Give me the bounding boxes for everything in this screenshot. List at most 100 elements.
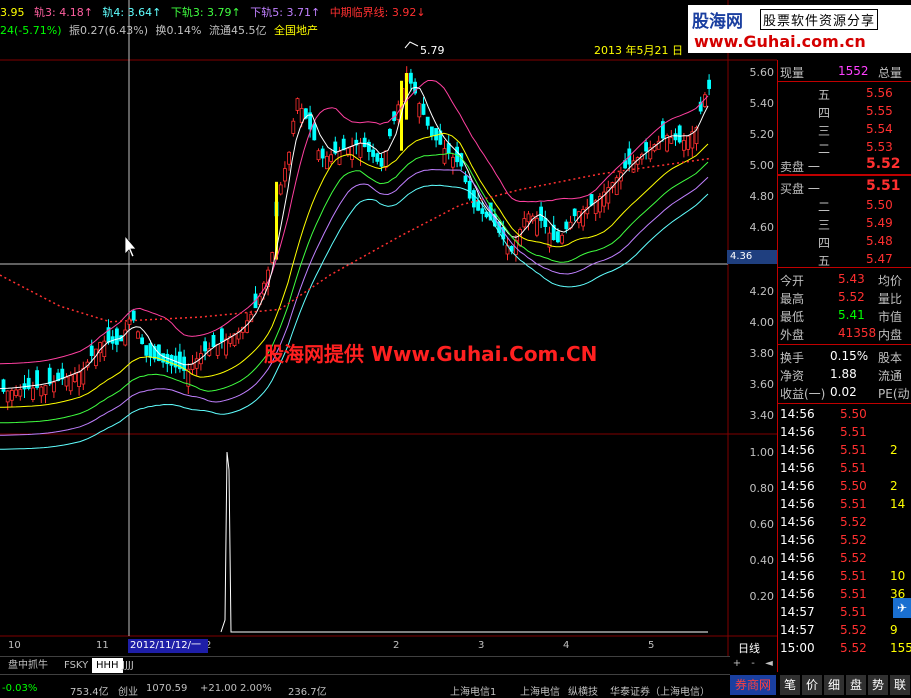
tick-price: 5.52 — [840, 623, 867, 637]
tick-price: 5.50 — [840, 407, 867, 421]
candle-body — [480, 208, 485, 214]
peak-marker — [404, 41, 419, 49]
ask-level-label: 二 — [818, 142, 831, 156]
stat-value: 5.52 — [838, 290, 865, 304]
stat-label: 换手 — [780, 351, 805, 365]
tick-row: 14:56 5.51 36 — [778, 585, 911, 603]
stat-label: 最低 — [780, 310, 805, 324]
indicator-value: 轨4: 3.64↑ — [102, 6, 162, 19]
panel-tab-bar: 券商网笔价细盘势联 — [730, 673, 911, 698]
tick-time: 14:56 — [780, 407, 815, 421]
volume-axis-tick: 0.80 — [749, 482, 775, 495]
candle-body — [299, 108, 304, 123]
tick-volume: 9 — [890, 623, 898, 637]
stat-label: 市值 — [878, 310, 903, 324]
candle-body — [434, 128, 439, 141]
candle-body — [270, 252, 275, 263]
ask-row: 三 5.54 — [778, 120, 911, 138]
status-bar: -0.03% 753.4亿 创业 1070.59 +21.00 2.00% 236.7亿 上海… — [0, 674, 730, 698]
panel-tab[interactable]: 联 — [890, 675, 910, 695]
tick-volume: 10 — [890, 569, 906, 583]
sector-label[interactable]: 全国地产 — [274, 24, 318, 37]
candle-body — [476, 200, 481, 211]
ask-level-label: 三 — [818, 124, 831, 138]
candle-body — [429, 126, 434, 136]
ask-price: 5.53 — [866, 140, 893, 154]
ask-price: 5.54 — [866, 122, 893, 136]
current-volume-value: 1552 — [838, 64, 869, 78]
band-lines — [0, 80, 709, 450]
tick-row: 14:56 5.51 — [778, 423, 911, 441]
candle-body — [408, 72, 413, 84]
candle-body — [350, 146, 355, 161]
stat-label: 流通 — [878, 369, 903, 383]
panel-tab[interactable]: 笔 — [780, 675, 800, 695]
panel-tab[interactable]: 盘 — [846, 675, 866, 695]
candle-body — [224, 338, 229, 356]
panel-tab[interactable]: 细 — [824, 675, 844, 695]
bid-level-label: 三 — [818, 218, 831, 232]
tab-pzzn[interactable]: 盘中抓牛 — [4, 658, 52, 673]
stat-value: 5.41 — [838, 308, 865, 322]
tick-price: 5.51 — [840, 569, 867, 583]
bid-row: 五 5.47 — [778, 250, 911, 268]
tick-row: 14:56 5.50 2 — [778, 477, 911, 495]
stat-label: 净资 — [780, 369, 805, 383]
time-axis-tick: 2 — [393, 640, 400, 651]
change-percent: 24(-5.71%) — [0, 24, 62, 37]
tick-row: 14:56 5.50 — [778, 405, 911, 423]
tick-time: 14:56 — [780, 461, 815, 475]
stat-label: 今开 — [780, 274, 805, 288]
price-axis-tick: 4.80 — [749, 190, 775, 203]
zoom-out-button[interactable]: - — [746, 657, 760, 671]
tick-time: 14:56 — [780, 497, 815, 511]
peak-price-label: 5.79 — [420, 44, 445, 57]
bid-row: 四 5.48 — [778, 232, 911, 250]
tick-price: 5.51 — [840, 605, 867, 619]
candle-body — [73, 373, 77, 383]
bid-row: 三 5.49 — [778, 214, 911, 232]
logo-url: www.Guhai.com.cn — [694, 32, 866, 51]
candle-body — [52, 381, 56, 393]
bid-ask-divider — [778, 174, 911, 176]
stat-label: 均价 — [878, 274, 903, 288]
turnover: 换0.14% — [155, 24, 202, 37]
tab-fsky[interactable]: FSKY — [60, 658, 92, 673]
panel-tab[interactable]: 价 — [802, 675, 822, 695]
stat-label: 外盘 — [780, 328, 805, 342]
mouse-cursor-icon — [124, 234, 137, 258]
tick-row: 14:56 5.51 14 — [778, 495, 911, 513]
candle-body — [560, 234, 564, 244]
volume-axis-tick: 0.40 — [749, 554, 775, 567]
divider — [778, 267, 911, 268]
candle-body — [417, 103, 422, 118]
candle-body — [312, 124, 317, 141]
tick-volume: 2 — [890, 479, 898, 493]
candle-body — [102, 340, 107, 358]
status-item: 纵横技 — [568, 687, 598, 698]
status-item: 2.00% — [240, 683, 272, 694]
tab-jjjj[interactable]: JJJJ — [118, 658, 138, 673]
site-logo: 股海网 股票软件资源分享 www.Guhai.com.cn — [688, 5, 911, 53]
candle-body — [219, 328, 224, 343]
panel-tab[interactable]: 券商网 — [730, 675, 776, 695]
ask-row: 四 5.55 — [778, 102, 911, 120]
candle-body — [572, 208, 577, 217]
candle-body — [341, 138, 346, 151]
price-axis-tick: 5.00 — [749, 159, 775, 172]
time-axis-tick: 4 — [563, 640, 570, 651]
candle-body — [644, 142, 648, 152]
candle-body — [556, 231, 560, 243]
candle-body — [375, 153, 380, 162]
tick-time: 14:56 — [780, 443, 815, 457]
candle-body — [295, 98, 300, 111]
stat-row: 换手 0.15% 股本 — [778, 347, 911, 365]
float-cap: 流通45.5亿 — [208, 24, 267, 37]
zoom-in-button[interactable]: + — [730, 657, 744, 671]
price-axis-tick: 3.80 — [749, 347, 775, 360]
timeframe-label[interactable]: 日线 — [738, 640, 760, 656]
panel-tab[interactable]: 势 — [868, 675, 888, 695]
plane-icon[interactable]: ✈ — [893, 598, 911, 618]
kline-chart[interactable] — [0, 0, 777, 656]
scroll-left-button[interactable]: ◄ — [762, 657, 776, 671]
